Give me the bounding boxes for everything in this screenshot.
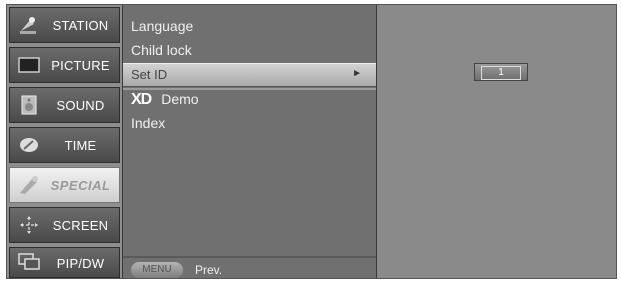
menu-button[interactable]: MENU — [131, 262, 183, 278]
pip-icon — [18, 253, 40, 270]
category-picture[interactable]: PICTURE — [9, 47, 120, 83]
submenu-footer: MENU Prev. — [123, 256, 376, 280]
screen-icon — [20, 216, 38, 234]
category-special[interactable]: SPECIAL — [9, 167, 120, 203]
category-time[interactable]: TIME — [9, 127, 120, 163]
category-label: SCREEN — [52, 218, 109, 233]
special-icon — [20, 176, 38, 194]
category-label: SPECIAL — [50, 178, 111, 193]
category-station[interactable]: STATION — [9, 7, 120, 43]
menu-item-language[interactable]: Language — [131, 18, 193, 34]
menu-item-child-lock[interactable]: Child lock — [131, 42, 192, 58]
category-screen[interactable]: SCREEN — [9, 207, 120, 243]
set-id-value: 1 — [481, 66, 521, 80]
category-label: PICTURE — [51, 58, 110, 73]
category-sound[interactable]: SOUND — [9, 87, 120, 123]
divider — [123, 88, 376, 90]
menu-item-set-id[interactable]: Set ID ► — [123, 63, 376, 87]
menu-item-xd-demo[interactable]: XD Demo — [131, 91, 199, 109]
xd-logo: XD — [131, 91, 152, 108]
menu-item-index[interactable]: Index — [131, 115, 165, 131]
sound-icon — [21, 95, 37, 115]
menu-item-label: Demo — [161, 91, 199, 107]
prev-label: Prev. — [195, 263, 223, 277]
category-menu: STATION PICTURE SOUND TIME SPECIAL SCREE… — [7, 5, 122, 278]
set-id-value-box[interactable]: 1 — [474, 63, 528, 81]
time-icon — [20, 138, 38, 152]
submenu-arrow-icon: ► — [352, 68, 362, 79]
category-pip-dw[interactable]: PIP/DW — [9, 247, 120, 278]
category-label: STATION — [52, 18, 109, 33]
special-submenu: Language Child lock Set ID ► XD Demo Inde… — [122, 5, 378, 278]
category-label: SOUND — [56, 98, 105, 113]
picture-icon — [18, 57, 40, 73]
category-label: PIP/DW — [56, 256, 105, 271]
osd-menu: STATION PICTURE SOUND TIME SPECIAL SCREE… — [6, 4, 617, 279]
station-icon — [20, 17, 36, 34]
category-label: TIME — [64, 138, 97, 153]
value-panel: 1 — [377, 5, 616, 278]
menu-item-label: Set ID — [131, 67, 168, 82]
